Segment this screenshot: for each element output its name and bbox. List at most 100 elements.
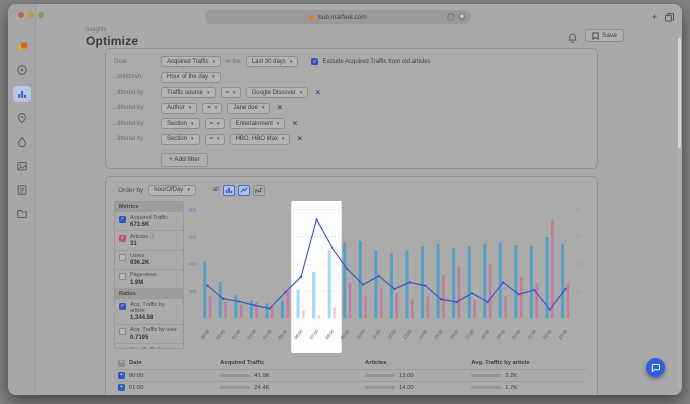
filter-value-select[interactable]: Google Discover▾ bbox=[246, 87, 309, 98]
notifications-bell-icon[interactable] bbox=[568, 30, 577, 48]
line-point bbox=[564, 288, 566, 290]
chevron-down-icon: ▾ bbox=[191, 136, 194, 142]
metric-item[interactable]: ✓Acquired Traffic673.6K bbox=[115, 212, 183, 231]
x-axis-label: 03:00 bbox=[246, 328, 257, 340]
metric-item[interactable]: Acq. Traffic by user0.7195 bbox=[115, 325, 183, 344]
exclude-checkbox[interactable]: ✓ bbox=[311, 58, 318, 65]
reader-icon[interactable]: ⓘ bbox=[447, 13, 455, 21]
row-expand-button[interactable]: + bbox=[118, 372, 125, 379]
scrollbar-thumb[interactable] bbox=[678, 38, 681, 148]
window-zoom-button[interactable] bbox=[38, 12, 44, 18]
metric-label: Acquired Traffic bbox=[130, 215, 168, 221]
table-header-checkbox[interactable]: – bbox=[118, 360, 125, 367]
window-close-button[interactable] bbox=[18, 12, 24, 18]
sidebar-item-folder[interactable] bbox=[13, 206, 31, 222]
tab-overview-icon[interactable] bbox=[665, 13, 674, 22]
metric-item[interactable]: Users936.2K bbox=[115, 251, 183, 270]
drilldown-select[interactable]: Hour of the day▾ bbox=[161, 72, 221, 83]
cell-value: 3.2K bbox=[505, 373, 517, 379]
metric-text: Acq. Traffic by pageview0.3456 bbox=[130, 347, 179, 349]
metric-checkbox[interactable] bbox=[119, 273, 126, 280]
metric-checkbox[interactable]: ✓ bbox=[119, 216, 126, 223]
metric-checkbox[interactable] bbox=[119, 328, 126, 335]
breadcrumb[interactable]: Insights bbox=[86, 27, 107, 33]
metric-checkbox[interactable] bbox=[119, 348, 126, 349]
sidebar-item-marfeel-logo[interactable] bbox=[13, 38, 31, 54]
address-bar[interactable]: hub.marfeel.com ⓘ ✱ bbox=[205, 10, 471, 24]
chat-fab-button[interactable] bbox=[646, 358, 665, 377]
sidebar-item-articles[interactable] bbox=[13, 182, 31, 198]
sidebar-item-media[interactable] bbox=[13, 158, 31, 174]
column-label: Acquired Traffic bbox=[220, 360, 264, 366]
filter-remove-button[interactable]: × bbox=[277, 104, 282, 112]
metric-item[interactable]: ✓Articles ⓘ31 bbox=[115, 231, 183, 250]
order-by-select[interactable]: hourOfDay▾ bbox=[148, 185, 196, 196]
line-point bbox=[315, 218, 317, 220]
add-filter-button[interactable]: + Add filter bbox=[161, 153, 208, 167]
metric-item[interactable]: Acq. Traffic by pageview0.3456 bbox=[115, 344, 183, 349]
metric-label: Articles ⓘ bbox=[130, 234, 155, 240]
filter-value-select[interactable]: Jane doe▾ bbox=[227, 103, 270, 114]
filter-operator-select[interactable]: =▾ bbox=[205, 134, 225, 145]
filter-field-select[interactable]: Traffic source▾ bbox=[161, 87, 216, 98]
filter-field-select[interactable]: Author▾ bbox=[161, 103, 197, 114]
filter-remove-button[interactable]: × bbox=[315, 89, 320, 97]
filter-remove-button[interactable]: × bbox=[292, 120, 297, 128]
x-axis-label: 21:00 bbox=[527, 328, 538, 340]
row-expand-button[interactable]: + bbox=[118, 384, 125, 391]
metric-value: 1.9M bbox=[130, 280, 157, 286]
sidebar-item-pin[interactable] bbox=[13, 110, 31, 126]
view-bar-chart-button[interactable] bbox=[223, 185, 235, 196]
articles-bar bbox=[224, 302, 227, 318]
left-axis-tick: 40K bbox=[189, 262, 198, 267]
x-axis-label: 00:00 bbox=[200, 328, 211, 340]
filter-operator-select[interactable]: =▾ bbox=[205, 118, 225, 129]
articles-bar bbox=[427, 297, 430, 319]
filter-field-select[interactable]: Section▾ bbox=[161, 134, 200, 145]
view-trend-chart-button[interactable] bbox=[253, 185, 265, 196]
view-line-chart-button[interactable] bbox=[238, 185, 250, 196]
table-row[interactable]: +01:0024.4K14.001.7K bbox=[116, 381, 587, 393]
goal-select[interactable]: Acquired Traffic▾ bbox=[161, 56, 221, 67]
order-by-label: Order by bbox=[118, 187, 143, 194]
acquired-traffic-bar bbox=[359, 241, 362, 318]
page-scrollbar[interactable] bbox=[678, 34, 681, 389]
line-point bbox=[409, 281, 411, 283]
metric-checkbox[interactable]: ✓ bbox=[119, 303, 126, 310]
filter-value-select[interactable]: Entertainment▾ bbox=[230, 118, 286, 129]
acquired-traffic-bar bbox=[203, 261, 206, 318]
metric-label: Pageviews bbox=[130, 272, 157, 278]
acquired-traffic-bar bbox=[312, 272, 315, 318]
metric-item[interactable]: ✓Acq. Traffic by article1,344.58 bbox=[115, 299, 183, 325]
save-button[interactable]: Save bbox=[585, 29, 624, 42]
filter-operator-select[interactable]: =▾ bbox=[221, 87, 241, 98]
sidebar-item-compass[interactable] bbox=[13, 62, 31, 78]
new-tab-icon[interactable]: + bbox=[652, 12, 657, 22]
metric-checkbox[interactable]: ✓ bbox=[119, 235, 126, 242]
chevron-down-icon: ▾ bbox=[189, 105, 192, 111]
metric-checkbox[interactable] bbox=[119, 254, 126, 261]
filter-row: ..filtered bySection▾=▾HBO, HBO Max▾× bbox=[114, 133, 589, 146]
chevron-down-icon: ▾ bbox=[290, 59, 293, 65]
sidebar-item-droplet[interactable] bbox=[13, 134, 31, 150]
extensions-icon[interactable]: ✱ bbox=[458, 13, 466, 21]
chat-bubble-icon bbox=[651, 363, 660, 372]
acquired-traffic-bar bbox=[483, 244, 486, 319]
filter-value-select[interactable]: HBO, HBO Max▾ bbox=[230, 134, 291, 145]
sidebar-item-insights-bar-chart[interactable] bbox=[13, 86, 31, 102]
table-row[interactable]: +00:0041.9K13.003.2K bbox=[116, 369, 587, 381]
view-all-button[interactable]: all bbox=[213, 187, 219, 193]
window-minimize-button[interactable] bbox=[28, 12, 34, 18]
filter-operator-select[interactable]: =▾ bbox=[202, 103, 222, 114]
combo-chart[interactable]: 80K4060K3040K2020K1000:0001:0002:0003:00… bbox=[184, 201, 589, 353]
filter-remove-button[interactable]: × bbox=[297, 135, 302, 143]
goal-label: Goal bbox=[114, 59, 156, 65]
date-range-select[interactable]: Last 30 days▾ bbox=[246, 56, 299, 67]
metric-item[interactable]: Pageviews 1.9M bbox=[115, 270, 183, 289]
acquired-traffic-bar bbox=[561, 244, 564, 319]
chevron-down-icon: ▾ bbox=[187, 187, 190, 193]
line-point bbox=[238, 300, 240, 302]
filter-field-select[interactable]: Section▾ bbox=[161, 118, 200, 129]
cell-value: 14.00 bbox=[399, 385, 414, 391]
data-table: –DateAcquired TrafficArticlesAvg. Traffi… bbox=[116, 357, 587, 393]
